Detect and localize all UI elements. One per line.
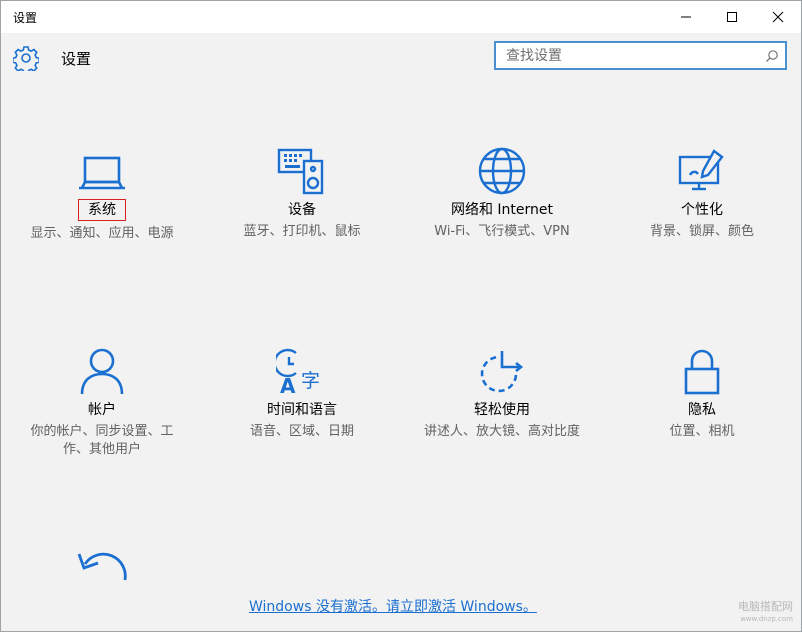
tile-desc-privacy: 位置、相机 <box>669 424 735 439</box>
tile-desc-devices: 蓝牙、打印机、鼠标 <box>243 224 361 239</box>
tile-title-privacy: 隐私 <box>688 402 716 418</box>
search-box[interactable] <box>494 41 787 70</box>
maximize-button[interactable] <box>709 1 755 33</box>
tile-desc-personalization: 背景、锁屏、颜色 <box>649 224 754 239</box>
tile-desc-accounts: 你的帐户、同步设置、工作、其他用户 <box>30 424 174 457</box>
laptop-icon <box>79 156 125 190</box>
tile-title-devices: 设备 <box>288 202 316 218</box>
window-title: 设置 <box>13 11 38 25</box>
tile-title-ease-of-access: 轻松使用 <box>474 402 530 418</box>
watermark-line1: 电脑搭配网 <box>738 600 793 613</box>
user-icon <box>80 348 124 395</box>
close-icon <box>772 11 784 23</box>
search-input[interactable] <box>496 43 756 68</box>
tile-network[interactable]: 网络和 Internet Wi-Fi、飞行模式、VPN <box>407 147 597 241</box>
tile-privacy[interactable]: 隐私 位置、相机 <box>607 347 797 441</box>
globe-icon <box>478 147 526 195</box>
tile-time-language[interactable]: A 字 时间和语言 语音、区域、日期 <box>207 347 397 441</box>
minimize-icon <box>681 16 691 18</box>
ease-of-access-icon <box>480 351 524 393</box>
page-title: 设置 <box>61 50 92 68</box>
gear-icon <box>13 46 39 71</box>
tile-ease-of-access[interactable]: 轻松使用 讲述人、放大镜、高对比度 <box>407 347 597 441</box>
update-icon[interactable] <box>75 546 131 582</box>
tile-system[interactable]: 系统 显示、通知、应用、电源 <box>7 147 197 243</box>
minimize-button[interactable] <box>663 1 709 33</box>
tile-title-personalization: 个性化 <box>681 202 723 218</box>
maximize-icon <box>727 12 737 22</box>
settings-window: 设置 设置 查找设置 系统 显示、通知、应用、电源 设备 蓝牙、打印机、鼠标 网… <box>0 0 802 632</box>
svg-text:字: 字 <box>301 370 320 392</box>
tile-desc-system: 显示、通知、应用、电源 <box>30 226 174 241</box>
personalization-icon <box>678 149 724 191</box>
settings-header: 设置 <box>1 33 801 83</box>
tile-title-network: 网络和 Internet <box>450 202 554 218</box>
tile-desc-time-language: 语音、区域、日期 <box>249 424 354 439</box>
activation-link[interactable]: Windows 没有激活。请立即激活 Windows。 <box>249 596 537 616</box>
time-language-icon: A 字 <box>276 348 320 395</box>
tile-title-accounts: 帐户 <box>88 402 116 418</box>
tile-title-system: 系统 <box>78 199 126 221</box>
tile-desc-ease-of-access: 讲述人、放大镜、高对比度 <box>423 424 580 439</box>
search-icon[interactable] <box>765 49 779 63</box>
tile-accounts[interactable]: 帐户 你的帐户、同步设置、工作、其他用户 <box>7 347 197 459</box>
watermark: 电脑搭配网 www.dnzp.com <box>738 601 793 625</box>
close-button[interactable] <box>755 1 801 33</box>
tile-personalization[interactable]: 个性化 背景、锁屏、颜色 <box>607 147 797 241</box>
tile-title-time-language: 时间和语言 <box>267 402 337 418</box>
title-bar[interactable]: 设置 <box>1 1 801 33</box>
lock-icon <box>684 349 720 395</box>
watermark-line2: www.dnzp.com <box>740 615 793 623</box>
svg-text:A: A <box>280 374 296 395</box>
tile-desc-network: Wi-Fi、飞行模式、VPN <box>434 224 570 239</box>
tile-devices[interactable]: 设备 蓝牙、打印机、鼠标 <box>207 147 397 241</box>
devices-icon <box>277 148 324 195</box>
